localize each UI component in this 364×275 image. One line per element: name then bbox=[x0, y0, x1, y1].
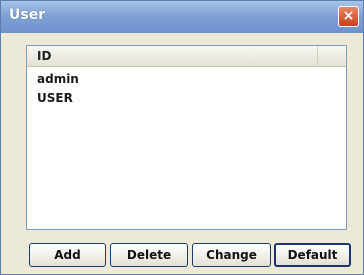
window-title: User bbox=[9, 7, 46, 23]
user-list[interactable]: ID admin USER bbox=[26, 45, 347, 230]
default-button[interactable]: Default bbox=[274, 243, 351, 267]
delete-button[interactable]: Delete bbox=[110, 243, 188, 267]
user-dialog: User × ID admin USER Add Delete Change D… bbox=[0, 0, 364, 275]
column-header-label: ID bbox=[37, 49, 52, 63]
close-icon: × bbox=[342, 8, 355, 24]
close-button[interactable]: × bbox=[338, 6, 359, 27]
change-button[interactable]: Change bbox=[192, 243, 271, 267]
column-header-id[interactable]: ID bbox=[27, 46, 318, 66]
list-item[interactable]: USER bbox=[37, 91, 73, 105]
list-item[interactable]: admin bbox=[37, 72, 79, 86]
add-button[interactable]: Add bbox=[29, 243, 106, 267]
list-header: ID bbox=[27, 46, 346, 67]
title-bar[interactable]: User × bbox=[1, 1, 363, 33]
